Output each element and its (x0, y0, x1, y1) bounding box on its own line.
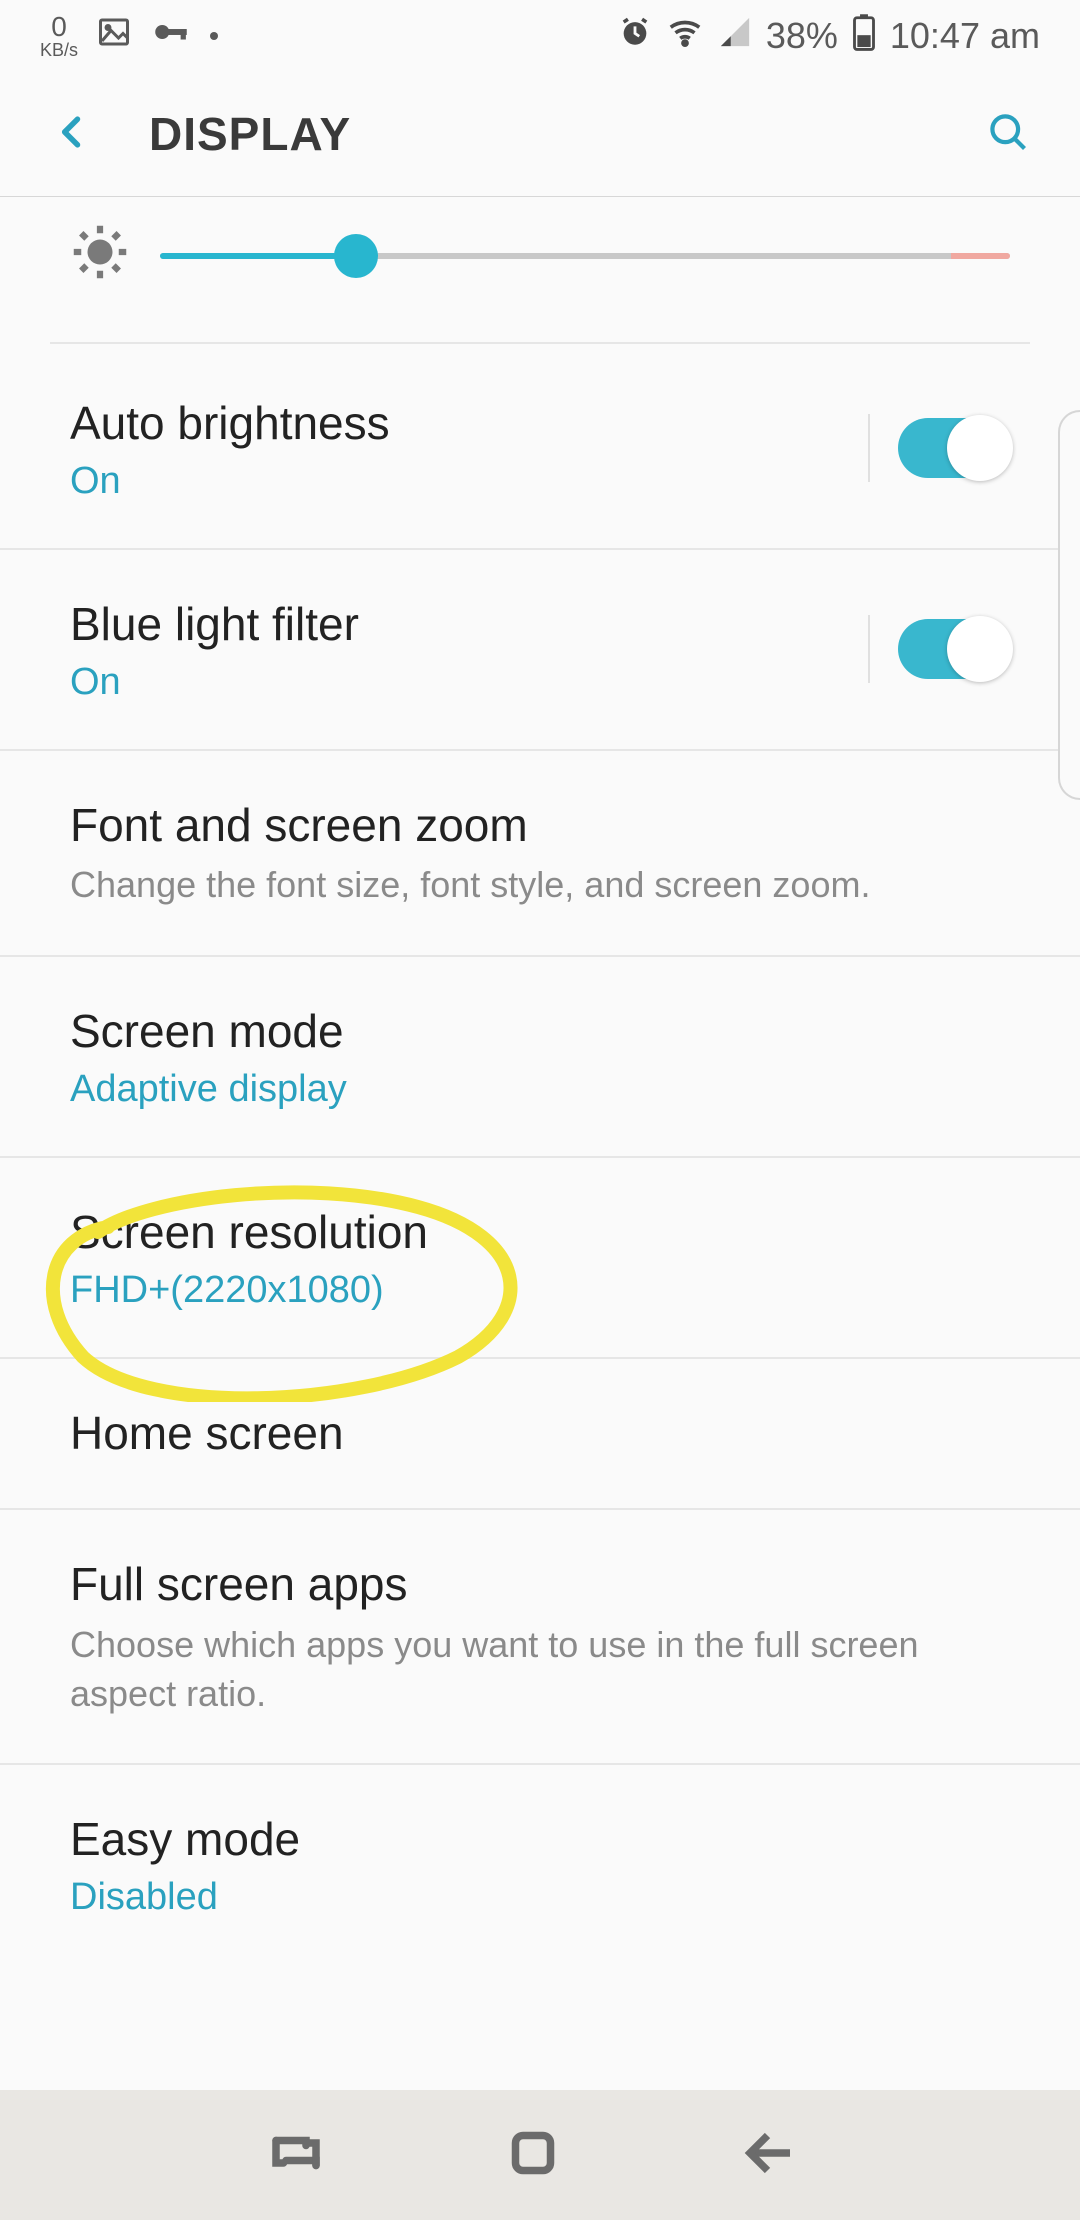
vpn-key-icon (150, 11, 192, 61)
alarm-icon (618, 15, 652, 58)
home-button[interactable] (503, 2123, 563, 2188)
setting-description: Change the font size, font style, and sc… (70, 861, 1010, 910)
battery-percent: 38% (766, 15, 838, 57)
setting-full-screen-apps[interactable]: Full screen apps Choose which apps you w… (0, 1510, 1080, 1765)
setting-title: Font and screen zoom (70, 796, 1010, 856)
setting-title: Full screen apps (70, 1555, 1010, 1615)
navigation-bar (0, 2090, 1080, 2220)
setting-screen-resolution[interactable]: Screen resolution FHD+(2220x1080) (0, 1158, 1080, 1359)
setting-status: FHD+(2220x1080) (70, 1269, 1010, 1312)
blue-light-toggle[interactable] (898, 619, 1010, 679)
setting-auto-brightness[interactable]: Auto brightness On (0, 349, 1080, 550)
back-nav-button[interactable] (740, 2123, 800, 2188)
page-title: DISPLAY (149, 107, 351, 161)
switch-separator (868, 414, 870, 482)
recents-button[interactable] (266, 2123, 326, 2188)
setting-title: Easy mode (70, 1810, 1010, 1870)
setting-font-screen-zoom[interactable]: Font and screen zoom Change the font siz… (0, 751, 1080, 957)
image-icon (96, 14, 132, 58)
setting-status: Adaptive display (70, 1068, 1010, 1111)
setting-description: Choose which apps you want to use in the… (70, 1621, 1010, 1718)
setting-title: Auto brightness (70, 394, 838, 454)
fast-scroll-handle[interactable] (1058, 410, 1080, 800)
auto-brightness-toggle[interactable] (898, 418, 1010, 478)
back-button[interactable] (50, 110, 94, 159)
brightness-slider[interactable] (160, 240, 1010, 270)
brightness-row (0, 197, 1080, 342)
settings-list: Auto brightness On Blue light filter On … (0, 197, 1080, 1949)
setting-status: On (70, 661, 838, 704)
wifi-icon (666, 13, 704, 60)
battery-icon (852, 13, 876, 60)
signal-icon (718, 15, 752, 58)
setting-title: Blue light filter (70, 595, 838, 655)
setting-title: Screen resolution (70, 1203, 1010, 1263)
network-speed-value: 0 (40, 13, 78, 41)
setting-status: On (70, 460, 838, 503)
app-bar: DISPLAY (0, 72, 1080, 197)
status-right: 38% 10:47 am (618, 13, 1040, 60)
setting-blue-light-filter[interactable]: Blue light filter On (0, 550, 1080, 751)
brightness-icon (70, 222, 130, 287)
network-speed-indicator: 0 KB/s (40, 13, 78, 59)
setting-screen-mode[interactable]: Screen mode Adaptive display (0, 957, 1080, 1158)
setting-easy-mode[interactable]: Easy mode Disabled (0, 1765, 1080, 1949)
switch-separator (868, 615, 870, 683)
setting-status: Disabled (70, 1876, 1010, 1919)
network-speed-unit: KB/s (40, 40, 78, 60)
dot-icon (210, 32, 218, 40)
setting-home-screen[interactable]: Home screen (0, 1359, 1080, 1511)
status-left: 0 KB/s (40, 11, 218, 61)
setting-title: Home screen (70, 1404, 1010, 1464)
status-bar: 0 KB/s 38% 10:47 am (0, 0, 1080, 72)
clock-time: 10:47 am (890, 15, 1040, 57)
setting-title: Screen mode (70, 1002, 1010, 1062)
search-button[interactable] (986, 110, 1030, 159)
